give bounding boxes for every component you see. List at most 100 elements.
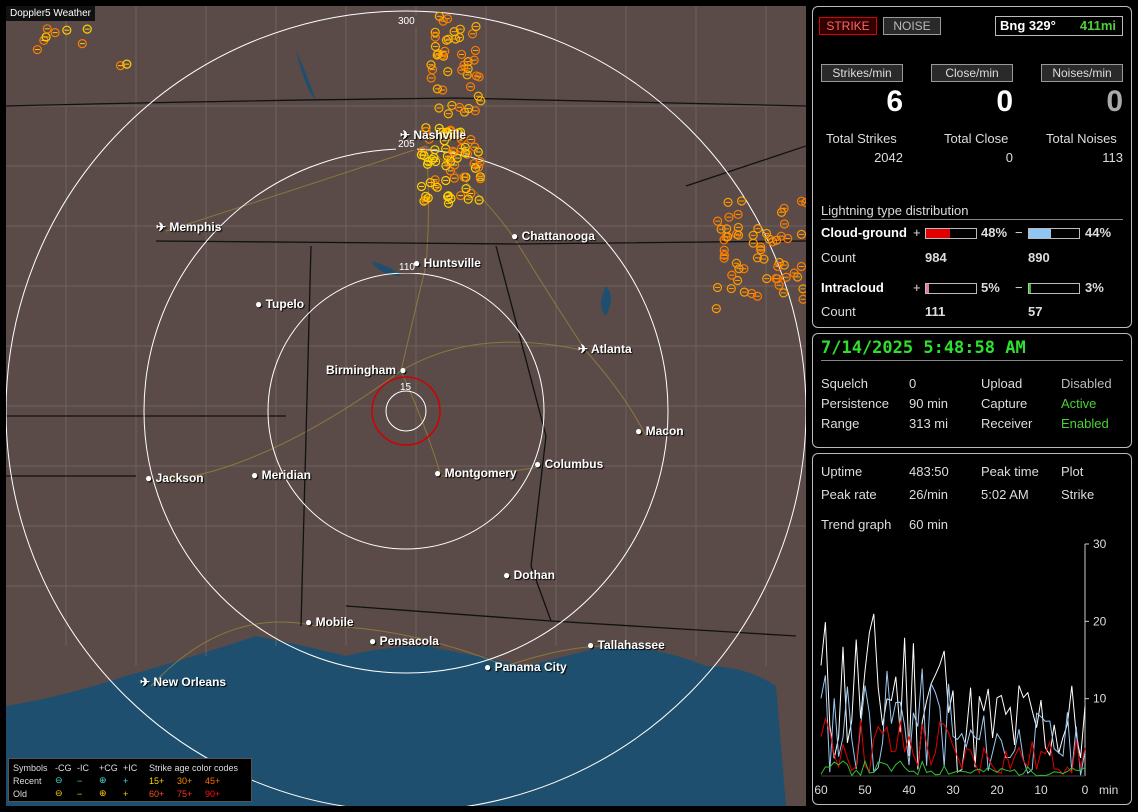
legend-header-neg-cg: -CG bbox=[55, 762, 72, 773]
city-panama-city[interactable]: ● Panama City bbox=[484, 660, 567, 674]
ring-label-15: 15 bbox=[400, 382, 412, 393]
city-meridian[interactable]: ● Meridian bbox=[251, 468, 311, 482]
capture-label: Capture bbox=[981, 396, 1028, 411]
cg-negative-count: 890 bbox=[1028, 250, 1050, 265]
city-jackson[interactable]: ● Jackson bbox=[145, 471, 204, 485]
peak-time-label: Peak time bbox=[981, 464, 1039, 479]
cg-minus-sign: − bbox=[1015, 225, 1023, 240]
age-75: 75+ bbox=[177, 788, 193, 799]
county-grid bbox=[6, 6, 806, 666]
distance-value: 411mi bbox=[1079, 18, 1116, 33]
cg-plus-sign: + bbox=[913, 225, 921, 240]
city-columbus[interactable]: ● Columbus bbox=[534, 457, 603, 471]
trend-x-tick: 50 bbox=[858, 783, 872, 797]
lightning-map[interactable]: Doppler5 Weather 300 205 110 15 ✈ Nashvi… bbox=[6, 6, 806, 806]
total-close-value: 0 bbox=[1005, 150, 1013, 165]
legend-header-symbols: Symbols bbox=[13, 762, 48, 773]
bearing-value: Bng 329° bbox=[1000, 18, 1056, 33]
uptime-value: 483:50 bbox=[909, 464, 949, 479]
capture-value: Active bbox=[1061, 396, 1097, 411]
neg-cg-old-icon: ⊖ bbox=[55, 788, 63, 798]
trend-lines bbox=[820, 613, 1086, 777]
persistence-label: Persistence bbox=[821, 396, 889, 411]
cg-negative-fill bbox=[1029, 229, 1051, 238]
neg-ic-old-icon: − bbox=[77, 788, 83, 799]
cg-count-label: Count bbox=[821, 250, 856, 265]
status-panel: 7/14/2025 5:48:58 AM Squelch 0 Upload Di… bbox=[812, 333, 1132, 448]
trend-x-tick: 20 bbox=[990, 783, 1004, 797]
total-noises-value: 113 bbox=[1102, 150, 1123, 165]
city-tupelo[interactable]: ● Tupelo bbox=[255, 297, 304, 311]
range-label: Range bbox=[821, 416, 860, 431]
peak-rate-value: 26/min bbox=[909, 487, 949, 502]
trend-x-tick: 30 bbox=[946, 783, 960, 797]
ic-positive-bar bbox=[925, 283, 977, 294]
age-90: 90+ bbox=[205, 788, 221, 799]
ic-negative-pct: 3% bbox=[1085, 280, 1104, 295]
app-title: Doppler5 Weather bbox=[6, 6, 95, 21]
strike-toggle-button[interactable]: STRIKE bbox=[819, 17, 877, 35]
cg-positive-pct: 48% bbox=[981, 225, 1008, 240]
city-macon[interactable]: ● Macon bbox=[635, 424, 684, 438]
range-value: 313 mi bbox=[909, 416, 949, 431]
lake bbox=[601, 286, 611, 316]
strikes-per-min-label: Strikes/min bbox=[821, 64, 903, 82]
city-chattanooga[interactable]: ● Chattanooga bbox=[511, 229, 595, 243]
ic-negative-count: 57 bbox=[1028, 304, 1043, 319]
ic-count-label: Count bbox=[821, 304, 856, 319]
close-per-min-value: 0 bbox=[996, 85, 1013, 118]
city-memphis[interactable]: ✈ Memphis bbox=[156, 220, 221, 234]
persistence-value: 90 min bbox=[909, 396, 949, 411]
trend-y-tick: 10 bbox=[1093, 692, 1107, 706]
city-atlanta[interactable]: ✈ Atlanta bbox=[578, 342, 632, 356]
age-15: 15+ bbox=[149, 775, 165, 786]
trend-trace bbox=[820, 759, 1086, 777]
symbol-legend: Symbols -CG -IC +CG +IC Strike age color… bbox=[8, 758, 252, 802]
receiver-value: Enabled bbox=[1061, 416, 1109, 431]
strikes-per-min-value: 6 bbox=[886, 85, 903, 118]
cg-negative-bar bbox=[1028, 228, 1080, 239]
trend-x-tick: 60 bbox=[814, 783, 828, 797]
close-per-min-label: Close/min bbox=[931, 64, 1013, 82]
neg-cg-recent-icon: ⊖ bbox=[55, 775, 63, 785]
total-strikes-label: Total Strikes bbox=[826, 131, 897, 146]
ic-negative-bar bbox=[1028, 283, 1080, 294]
pos-ic-recent-icon: + bbox=[123, 775, 129, 786]
datetime-readout: 7/14/2025 5:48:58 AM bbox=[821, 338, 1123, 361]
noises-per-min-value: 0 bbox=[1106, 85, 1123, 118]
pos-cg-old-icon: ⊕ bbox=[99, 788, 107, 798]
legend-header-pos-cg: +CG bbox=[99, 762, 118, 773]
city-new-orleans[interactable]: ✈ New Orleans bbox=[140, 675, 226, 689]
trend-graph-label: Trend graph bbox=[821, 517, 892, 532]
city-huntsville[interactable]: ● Huntsville bbox=[413, 256, 481, 270]
bearing-readout: Bng 329° 411mi bbox=[995, 16, 1123, 36]
squelch-label: Squelch bbox=[821, 376, 868, 391]
map-graphics bbox=[6, 6, 806, 806]
trend-x-tick: 10 bbox=[1034, 783, 1048, 797]
legend-header-neg-ic: -IC bbox=[77, 762, 89, 773]
city-mobile[interactable]: ● Mobile bbox=[305, 615, 354, 629]
city-tallahassee[interactable]: ● Tallahassee bbox=[587, 638, 665, 652]
ic-positive-pct: 5% bbox=[981, 280, 1000, 295]
age-60: 60+ bbox=[149, 788, 165, 799]
noise-toggle-button[interactable]: NOISE bbox=[883, 17, 941, 35]
cg-positive-bar bbox=[925, 228, 977, 239]
ic-positive-count: 111 bbox=[925, 304, 946, 319]
city-dothan[interactable]: ● Dothan bbox=[503, 568, 555, 582]
trend-x-unit: min bbox=[1099, 783, 1118, 797]
squelch-value: 0 bbox=[909, 376, 917, 391]
ic-positive-fill bbox=[926, 284, 929, 293]
peak-rate-label: Peak rate bbox=[821, 487, 877, 502]
receiver-label: Receiver bbox=[981, 416, 1033, 431]
city-birmingham[interactable]: Birmingham ● bbox=[326, 363, 407, 377]
pos-ic-old-icon: + bbox=[123, 788, 129, 799]
city-nashville[interactable]: ✈ Nashville bbox=[400, 128, 466, 142]
trend-trace bbox=[820, 613, 1086, 773]
total-noises-label: Total Noises bbox=[1046, 131, 1117, 146]
ic-negative-fill bbox=[1029, 284, 1031, 293]
city-pensacola[interactable]: ● Pensacola bbox=[369, 634, 439, 648]
ring-label-300: 300 bbox=[396, 16, 417, 27]
city-montgomery[interactable]: ● Montgomery bbox=[434, 466, 517, 480]
trend-y-tick: 20 bbox=[1093, 614, 1107, 628]
pos-cg-recent-icon: ⊕ bbox=[99, 775, 107, 785]
